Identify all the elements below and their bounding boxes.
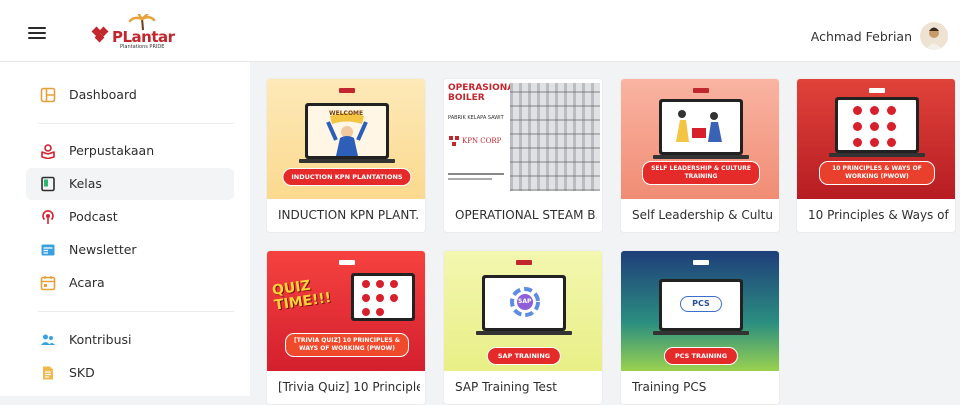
course-title: [Trivia Quiz] 10 Principle... xyxy=(278,380,420,394)
thumb-sign: WELCOME xyxy=(329,110,364,117)
thumb-logo-text: SAP xyxy=(518,298,532,305)
sidebar-item-podcast[interactable]: Podcast xyxy=(26,201,234,233)
course-card[interactable]: PCS PCS TRAINING Training PCS xyxy=(620,250,780,405)
thumb-banner: PCS TRAINING xyxy=(663,347,739,365)
sidebar: Dashboard Perpustakaan Kelas Podcast New… xyxy=(0,62,250,396)
sidebar-item-label: Newsletter xyxy=(69,242,137,257)
course-card[interactable]: QUIZ TIME!!! [TRIVIA QUIZ] 10 PRINCIPLES… xyxy=(266,250,426,405)
sidebar-item-acara[interactable]: Acara xyxy=(26,267,234,299)
thumb-heading: OPERASIONAL BOILER xyxy=(448,83,521,103)
brand-mini-logo xyxy=(339,260,355,265)
thumb-caption-line xyxy=(448,178,492,180)
laptop-screen: PCS xyxy=(659,279,743,331)
laptop-screen xyxy=(835,97,919,153)
thumb-banner: [TRIVIA QUIZ] 10 PRINCIPLES & WAYS OF WO… xyxy=(285,333,409,357)
sidebar-item-kontribusi[interactable]: Kontribusi xyxy=(26,324,234,356)
menu-icon[interactable] xyxy=(28,27,46,39)
course-card[interactable]: OPERASIONAL BOILER PABRIK KELAPA SAWIT K… xyxy=(443,78,603,233)
course-card[interactable]: WELCOME INDUCTION KPN PLANTATIONS INDUCT… xyxy=(266,78,426,233)
course-thumbnail: SAP SAP TRAINING xyxy=(444,251,602,371)
laptop-screen: SAP xyxy=(482,275,566,331)
laptop-base xyxy=(653,331,749,335)
course-title: 10 Principles & Ways of ... xyxy=(808,208,950,222)
brand-mini-logo xyxy=(693,88,709,93)
laptop-base xyxy=(299,159,395,163)
sidebar-item-label: Podcast xyxy=(69,209,118,224)
newsletter-icon xyxy=(41,244,55,256)
sidebar-item-newsletter[interactable]: Newsletter xyxy=(26,234,234,266)
sidebar-item-dashboard[interactable]: Dashboard xyxy=(26,79,234,111)
thumb-caption-line xyxy=(448,173,504,175)
brand-mini-logo xyxy=(516,260,532,265)
course-title: SAP Training Test xyxy=(455,380,557,394)
thumb-subheading: PABRIK KELAPA SAWIT xyxy=(448,115,504,121)
sidebar-item-skd[interactable]: SKD xyxy=(26,357,234,389)
plantar-logo[interactable]: PLantar Plantations PRIDE xyxy=(90,14,180,50)
thumb-logo-text: PCS xyxy=(680,296,722,312)
course-card[interactable]: SAP SAP TRAINING SAP Training Test xyxy=(443,250,603,405)
course-thumbnail: 10 PRINCIPLES & WAYS OF WORKING (PWOW) xyxy=(797,79,955,199)
course-thumbnail: QUIZ TIME!!! [TRIVIA QUIZ] 10 PRINCIPLES… xyxy=(267,251,425,371)
library-icon xyxy=(41,144,55,159)
laptop-screen: WELCOME xyxy=(305,103,389,159)
sidebar-item-kelas[interactable]: Kelas xyxy=(26,168,234,200)
calendar-icon xyxy=(40,276,56,291)
brand-mini-logo xyxy=(869,88,885,93)
brand-mini-logo xyxy=(693,260,709,265)
course-thumbnail: SELF LEADERSHIP & CULTURE TRAINING xyxy=(621,79,779,199)
podcast-icon xyxy=(42,210,54,224)
laptop-base xyxy=(653,155,749,159)
boiler-photo xyxy=(510,83,600,191)
sidebar-item-label: Acara xyxy=(69,275,105,290)
thumb-quiz-title: QUIZ TIME!!! xyxy=(271,277,333,314)
user-name[interactable]: Achmad Febrian xyxy=(811,29,912,44)
logo-tagline: Plantations PRIDE xyxy=(120,44,165,50)
thumb-banner: SAP TRAINING xyxy=(486,347,562,365)
laptop-base xyxy=(476,331,572,335)
course-thumbnail: OPERASIONAL BOILER PABRIK KELAPA SAWIT K… xyxy=(444,79,602,199)
thumb-brand: KPN CORP xyxy=(462,137,502,145)
dashboard-icon xyxy=(40,87,56,103)
course-title: OPERATIONAL STEAM B... xyxy=(455,208,597,222)
sidebar-divider xyxy=(38,311,234,312)
sidebar-item-label: Dashboard xyxy=(69,87,137,102)
class-icon xyxy=(41,176,55,192)
sidebar-item-label: SKD xyxy=(69,365,95,380)
laptop-screen xyxy=(351,273,415,321)
sidebar-item-perpustakaan[interactable]: Perpustakaan xyxy=(26,135,234,167)
sidebar-item-label: Kontribusi xyxy=(69,332,132,347)
brand-mini-logo xyxy=(339,88,355,93)
user-avatar[interactable] xyxy=(920,22,948,50)
course-title: Training PCS xyxy=(632,380,707,394)
document-icon xyxy=(43,366,53,380)
course-title: Self Leadership & Cultur... xyxy=(632,208,774,222)
sidebar-item-label: Perpustakaan xyxy=(69,143,155,158)
course-title: INDUCTION KPN PLANT... xyxy=(278,208,420,222)
thumb-banner: SELF LEADERSHIP & CULTURE TRAINING xyxy=(642,161,760,185)
laptop-base xyxy=(829,153,925,157)
sidebar-item-label: Kelas xyxy=(69,176,102,191)
kpn-emblem-icon xyxy=(449,136,459,146)
thumb-banner: 10 PRINCIPLES & WAYS OF WORKING (PWOW) xyxy=(819,161,935,185)
thumb-banner: INDUCTION KPN PLANTATIONS xyxy=(282,168,412,186)
course-thumbnail: WELCOME INDUCTION KPN PLANTATIONS xyxy=(267,79,425,199)
contribution-icon xyxy=(41,334,55,345)
laptop-screen xyxy=(659,99,743,155)
course-card[interactable]: 10 PRINCIPLES & WAYS OF WORKING (PWOW) 1… xyxy=(796,78,956,233)
course-thumbnail: PCS PCS TRAINING xyxy=(621,251,779,371)
sidebar-divider xyxy=(38,123,234,124)
course-card[interactable]: SELF LEADERSHIP & CULTURE TRAINING Self … xyxy=(620,78,780,233)
top-header: PLantar Plantations PRIDE Achmad Febrian xyxy=(0,0,960,62)
